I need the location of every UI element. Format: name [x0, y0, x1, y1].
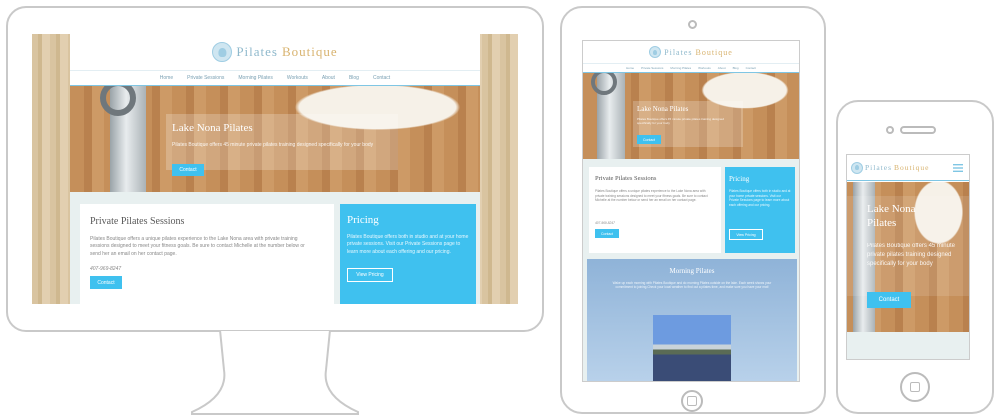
phone-site: Pilates Boutique Lake Nona Pilates Pilat…: [847, 155, 969, 359]
nav-home[interactable]: Home: [160, 75, 173, 81]
hero-contact-button[interactable]: Contact: [172, 164, 204, 176]
tablet-site-logo[interactable]: Pilates Boutique: [583, 41, 799, 63]
tablet-nav-private-sessions[interactable]: Private Sessions: [641, 66, 663, 70]
tablet-logo-text-boutique: Boutique: [695, 47, 733, 57]
morning-pilates-section: Morning Pilates Wake up each morning wit…: [587, 259, 797, 381]
morning-pilates-photo: [653, 315, 731, 381]
tablet-pricing-text: Pilates Boutique offers both in studio a…: [729, 189, 791, 207]
tablet-nav-contact[interactable]: Contact: [746, 66, 756, 70]
tablet-site: Pilates Boutique Home Private Sessions M…: [583, 41, 799, 381]
view-pricing-button[interactable]: View Pricing: [347, 268, 393, 282]
phone-hero-title: Lake Nona Pilates: [867, 203, 916, 230]
hero-banner: Lake Nona Pilates Pilates Boutique offer…: [70, 86, 480, 192]
tablet-camera: [688, 20, 697, 29]
tablet-private-sessions-title: Private Pilates Sessions: [595, 175, 657, 182]
tablet-hero-banner: Lake Nona Pilates Pilates Boutique offer…: [583, 73, 799, 159]
morning-pilates-title: Morning Pilates: [669, 267, 715, 275]
phone-speaker: [900, 126, 936, 134]
phone-screen: Pilates Boutique Lake Nona Pilates Pilat…: [846, 154, 970, 360]
nav-private-sessions[interactable]: Private Sessions: [187, 75, 224, 81]
tablet-screen: Pilates Boutique Home Private Sessions M…: [582, 40, 800, 382]
tablet-nav-workouts[interactable]: Workouts: [698, 66, 711, 70]
tablet-hero-contact-button[interactable]: Contact: [637, 135, 661, 144]
morning-pilates-text: Wake up each morning with Pilates Boutiq…: [612, 281, 772, 290]
phone-logo-text-pilates: Pilates: [865, 163, 892, 172]
pricing-card: Pricing Pilates Boutique offers both in …: [340, 204, 476, 304]
tablet-private-contact-button[interactable]: Contact: [595, 229, 619, 238]
tablet-nav-morning-pilates[interactable]: Morning Pilates: [670, 66, 691, 70]
hamburger-menu-icon[interactable]: [953, 164, 963, 172]
tablet-nav-blog[interactable]: Blog: [733, 66, 739, 70]
tablet-home-button[interactable]: [681, 390, 703, 412]
tablet-pricing-title: Pricing: [729, 175, 750, 183]
phone-contact-button[interactable]: Contact: [867, 292, 911, 308]
pricing-text: Pilates Boutique offers both in studio a…: [347, 234, 469, 255]
tablet-lotus-logo-icon: [649, 46, 662, 58]
phone-lotus-logo-icon: [851, 161, 863, 174]
logo-text-boutique: Boutique: [282, 44, 338, 59]
tablet-private-sessions-text: Pilates Boutique offers a unique pilates…: [595, 189, 708, 203]
tablet-hero-title: Lake Nona Pilates: [637, 105, 689, 113]
tablet-view-pricing-button[interactable]: View Pricing: [729, 229, 763, 240]
lotus-logo-icon: [212, 42, 233, 62]
tablet-nav-home[interactable]: Home: [626, 66, 634, 70]
main-nav: Home Private Sessions Morning Pilates Wo…: [70, 70, 480, 86]
nav-contact[interactable]: Contact: [373, 75, 390, 81]
phone-content-area: [847, 332, 969, 359]
tablet-phone-number[interactable]: 407-969-8247: [595, 221, 615, 225]
phone-home-button[interactable]: [900, 372, 930, 402]
pricing-title: Pricing: [347, 214, 379, 226]
nav-morning-pilates[interactable]: Morning Pilates: [238, 75, 272, 81]
tablet-main-nav: Home Private Sessions Morning Pilates Wo…: [583, 63, 799, 73]
phone-number[interactable]: 407-969-8247: [90, 266, 121, 272]
phone-hero-text: Pilates Boutique offers 45 minute privat…: [867, 243, 955, 267]
private-contact-button[interactable]: Contact: [90, 276, 122, 289]
phone-logo-text-boutique: Boutique: [894, 163, 930, 172]
desktop-screen: Pilates Boutique Home Private Sessions M…: [32, 34, 518, 304]
phone-hero-banner: Lake Nona Pilates Pilates Boutique offer…: [847, 182, 969, 332]
tablet-nav-about[interactable]: About: [718, 66, 726, 70]
site-logo[interactable]: Pilates Boutique: [70, 34, 480, 70]
monitor-stand: [191, 330, 359, 415]
tablet-hero-text: Pilates Boutique offers 45 minute privat…: [637, 117, 724, 126]
hero-title: Lake Nona Pilates: [172, 122, 253, 134]
private-sessions-title: Private Pilates Sessions: [90, 216, 185, 227]
hero-text: Pilates Boutique offers 45 minute privat…: [172, 142, 374, 148]
desktop-site: Pilates Boutique Home Private Sessions M…: [70, 34, 480, 304]
private-sessions-text: Pilates Boutique offers a unique pilates…: [90, 236, 305, 257]
phone-camera: [886, 126, 894, 134]
tablet-logo-text-pilates: Pilates: [664, 47, 693, 57]
private-sessions-card: Private Pilates Sessions Pilates Boutiqu…: [80, 204, 334, 304]
nav-about[interactable]: About: [322, 75, 335, 81]
phone-header: Pilates Boutique: [847, 155, 969, 181]
tablet-private-sessions-card: Private Pilates Sessions Pilates Boutiqu…: [589, 167, 721, 253]
nav-workouts[interactable]: Workouts: [287, 75, 308, 81]
nav-blog[interactable]: Blog: [349, 75, 359, 81]
tablet-pricing-card: Pricing Pilates Boutique offers both in …: [725, 167, 795, 253]
logo-text-pilates: Pilates: [236, 44, 278, 59]
